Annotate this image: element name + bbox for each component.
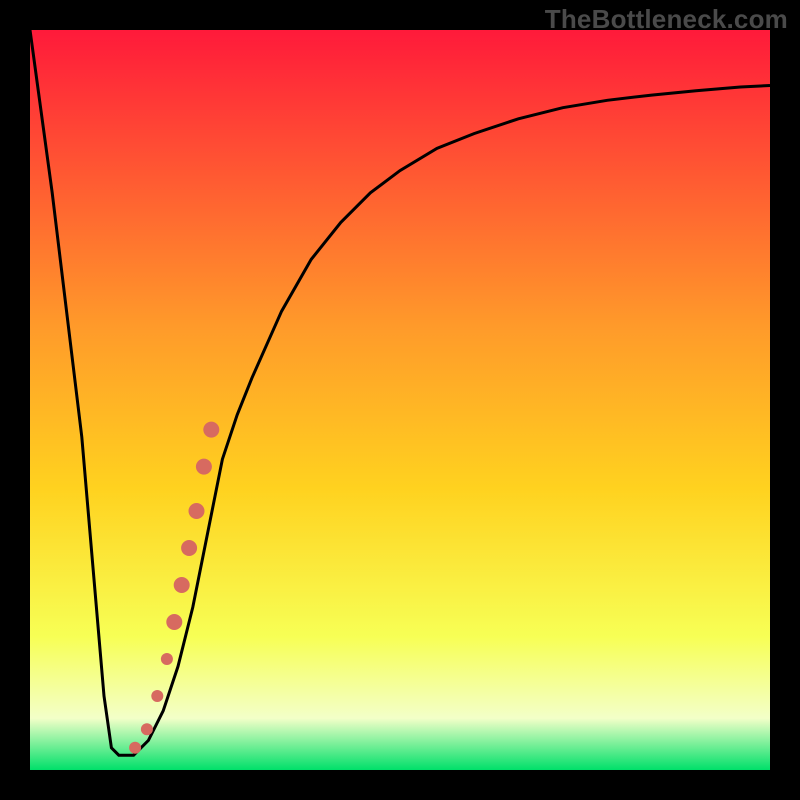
curve-marker <box>161 653 173 665</box>
curve-marker <box>151 690 163 702</box>
curve-marker <box>196 459 212 475</box>
watermark-text: TheBottleneck.com <box>545 4 788 35</box>
gradient-background <box>30 30 770 770</box>
curve-marker <box>203 422 219 438</box>
curve-marker <box>174 577 190 593</box>
curve-marker <box>166 614 182 630</box>
curve-marker <box>129 742 141 754</box>
curve-marker <box>141 723 153 735</box>
curve-marker <box>189 503 205 519</box>
plot-area <box>30 30 770 770</box>
curve-marker <box>181 540 197 556</box>
chart-frame: TheBottleneck.com <box>0 0 800 800</box>
bottleneck-plot <box>30 30 770 770</box>
